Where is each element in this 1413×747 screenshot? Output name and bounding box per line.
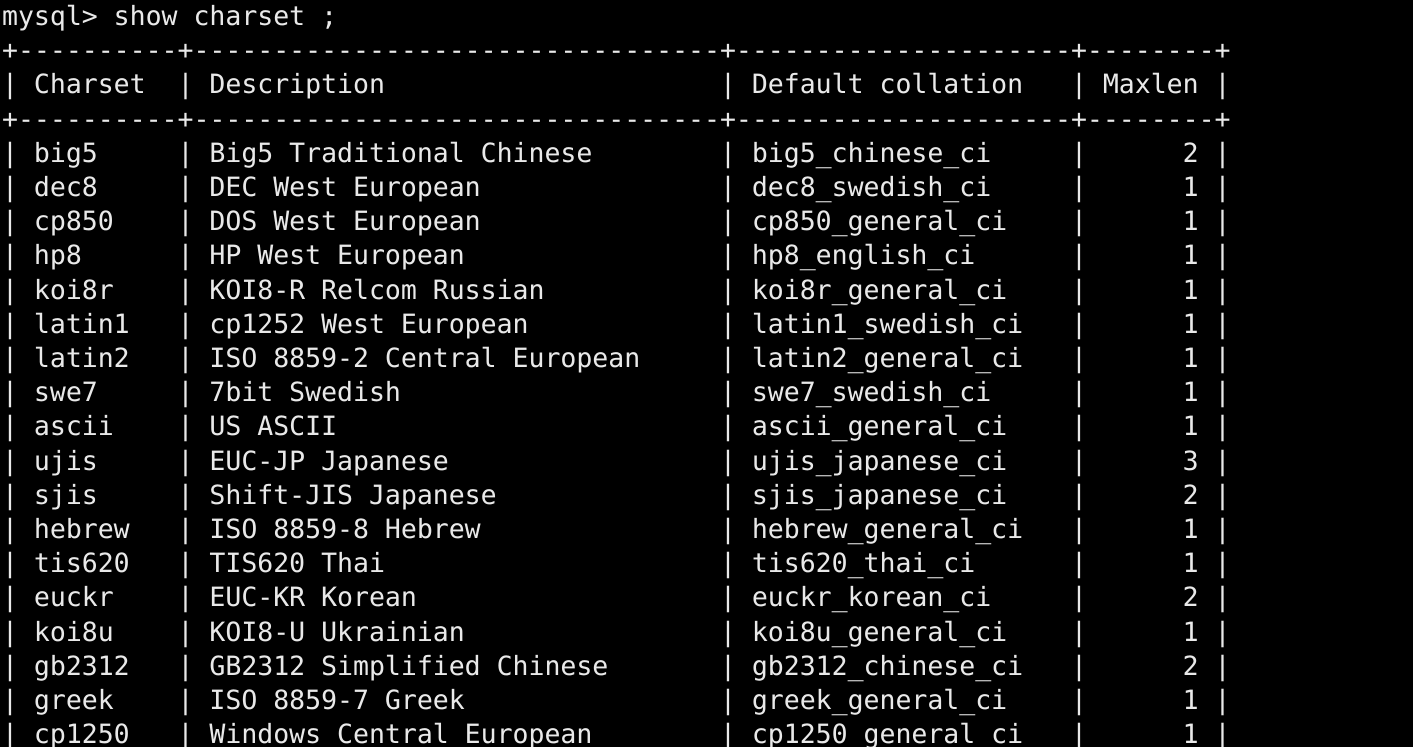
terminal-output: mysql> show charset ; +----------+------… [2,1,1231,747]
terminal-window[interactable]: mysql> show charset ; +----------+------… [0,0,1413,747]
